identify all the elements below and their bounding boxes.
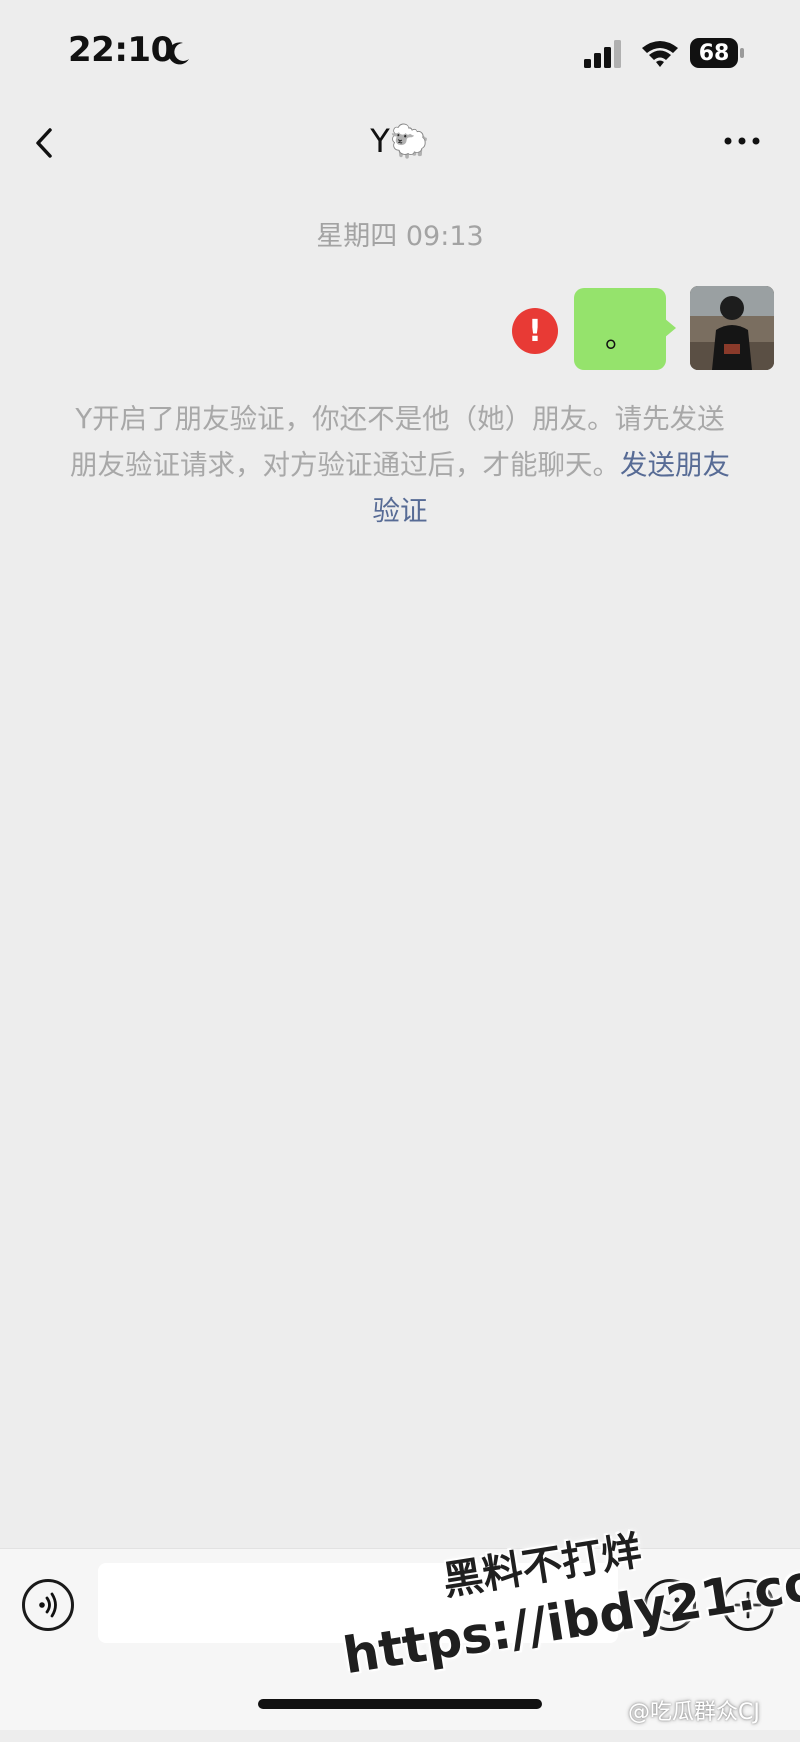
plus-icon [734, 1591, 762, 1619]
home-indicator[interactable] [258, 1699, 542, 1709]
message-text: 。 [605, 320, 635, 355]
status-time: 22:10 [68, 30, 174, 70]
exclamation-icon[interactable]: ! [512, 308, 558, 354]
chat-title: Y🐑 [370, 122, 430, 160]
voice-button[interactable] [22, 1579, 74, 1631]
wifi-icon [642, 41, 678, 67]
status-bar: 22:10 68 [0, 0, 800, 100]
moon-icon [168, 42, 189, 65]
signal-icon [584, 40, 621, 68]
bubble-tail [664, 318, 676, 338]
message-timestamp: 星期四 09:13 [316, 221, 484, 252]
more-functions-button[interactable] [722, 1579, 774, 1631]
voice-icon [39, 1592, 57, 1618]
friend-verification-notice: Y开启了朋友验证，你还不是他（她）朋友。请先发送朋友验证请求，对方验证通过后，才… [64, 396, 736, 534]
battery-level: 68 [690, 38, 738, 68]
message-input[interactable] [98, 1563, 618, 1643]
more-icon[interactable] [720, 126, 764, 156]
chat-header: Y🐑 [0, 100, 800, 186]
avatar-photo [690, 286, 774, 370]
message-row: ! 。 [0, 286, 800, 372]
battery-icon: 68 [690, 38, 744, 68]
avatar[interactable] [690, 286, 774, 370]
emoji-icon [659, 1597, 681, 1615]
message-bubble[interactable]: 。 [574, 288, 666, 370]
weibo-watermark: @吃瓜群众CJ [628, 1700, 760, 1725]
emoji-button[interactable] [644, 1579, 696, 1631]
